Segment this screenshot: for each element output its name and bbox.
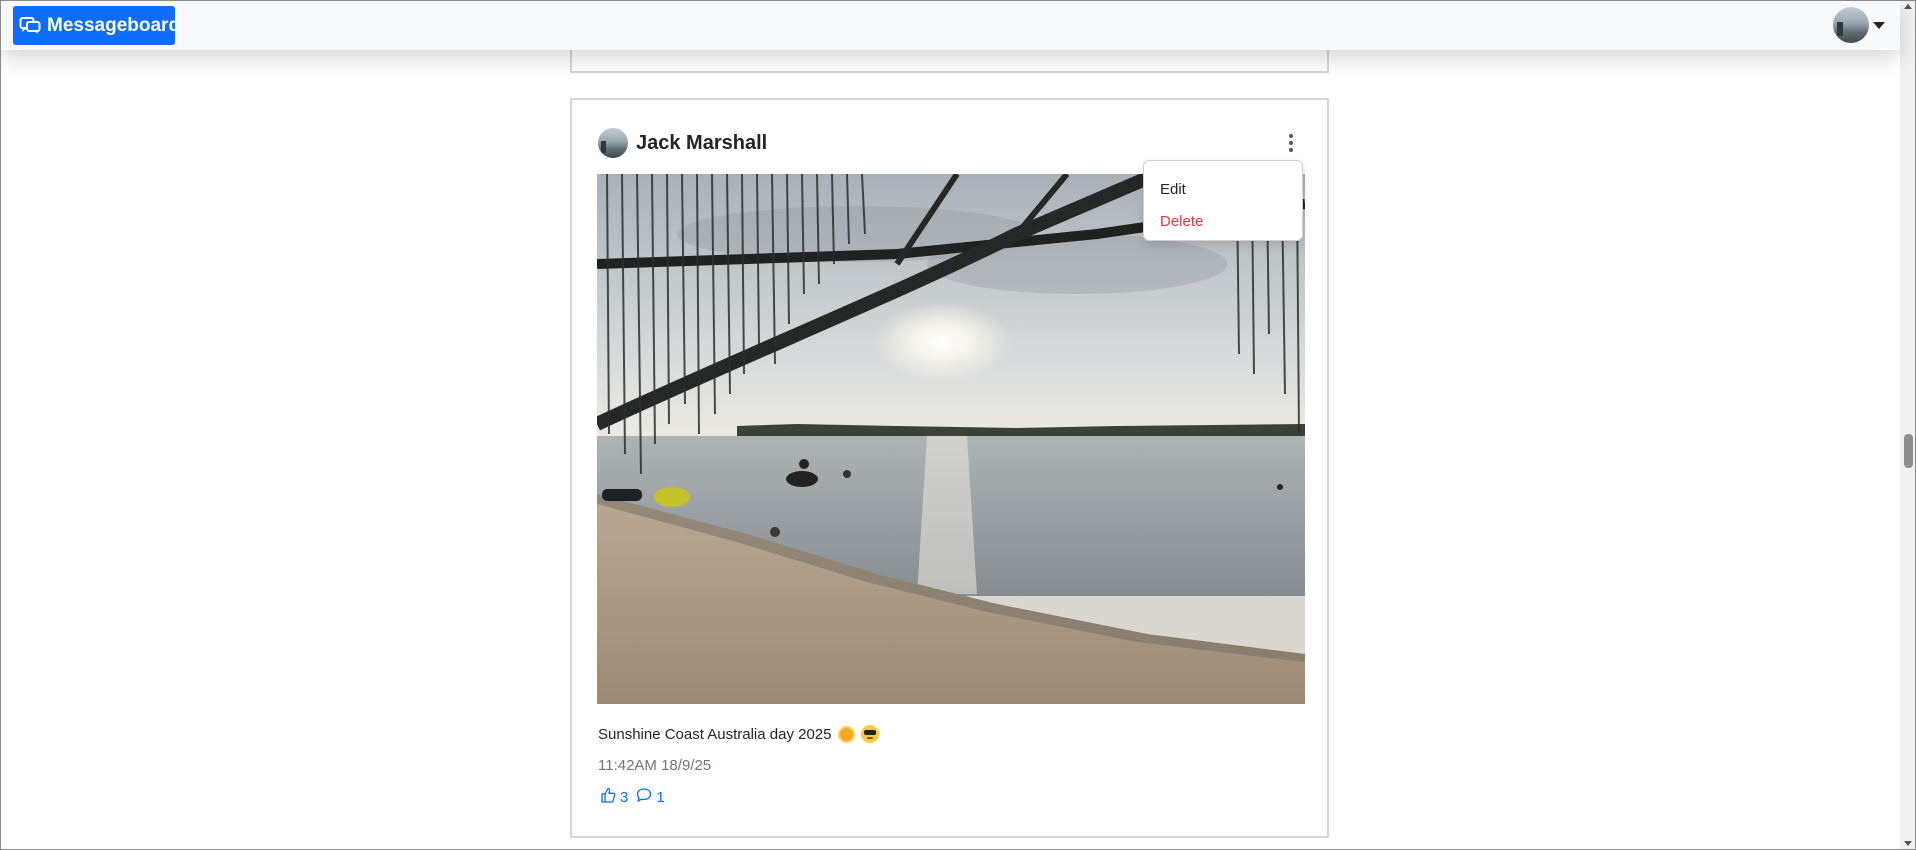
caption-text: Sunshine Coast Australia day 2025 — [598, 725, 832, 743]
scrollbar-thumb[interactable] — [1904, 434, 1913, 468]
chat-bubbles-icon — [19, 16, 41, 36]
author-name[interactable]: Jack Marshall — [636, 132, 767, 155]
user-menu-toggle[interactable] — [1833, 7, 1885, 43]
brand-label: Messageboard — [47, 14, 181, 36]
like-button[interactable]: 3 — [600, 787, 628, 807]
menu-item-edit[interactable]: Edit — [1144, 173, 1302, 205]
scroll-up-arrow-icon[interactable] — [1904, 4, 1912, 9]
caret-down-icon — [1873, 21, 1885, 29]
post-options-icon[interactable] — [1285, 132, 1297, 154]
like-count: 3 — [620, 788, 629, 806]
scroll-down-arrow-icon[interactable] — [1904, 841, 1912, 846]
user-avatar — [1833, 7, 1869, 43]
smiling-face-with-sunglasses-emoji — [860, 725, 879, 743]
post-options-menu: Edit Delete — [1143, 160, 1303, 241]
sun-emoji — [837, 725, 855, 743]
post-timestamp: 11:42AM 18/9/25 — [598, 757, 712, 774]
post-caption: Sunshine Coast Australia day 2025 — [598, 725, 879, 743]
menu-item-delete[interactable]: Delete — [1144, 205, 1302, 237]
comment-count: 1 — [656, 788, 665, 806]
post-actions: 3 1 — [600, 787, 665, 807]
comment-button[interactable]: 1 — [636, 787, 665, 807]
post-image[interactable] — [597, 174, 1305, 704]
post-header: Jack Marshall — [598, 128, 767, 158]
author-avatar[interactable] — [598, 128, 628, 158]
vertical-scrollbar[interactable] — [1900, 0, 1916, 850]
comment-icon — [636, 787, 652, 807]
brand-button[interactable]: Messageboard — [13, 6, 180, 45]
navbar: Messageboard — [0, 0, 1900, 50]
thumbs-up-icon — [600, 787, 616, 807]
